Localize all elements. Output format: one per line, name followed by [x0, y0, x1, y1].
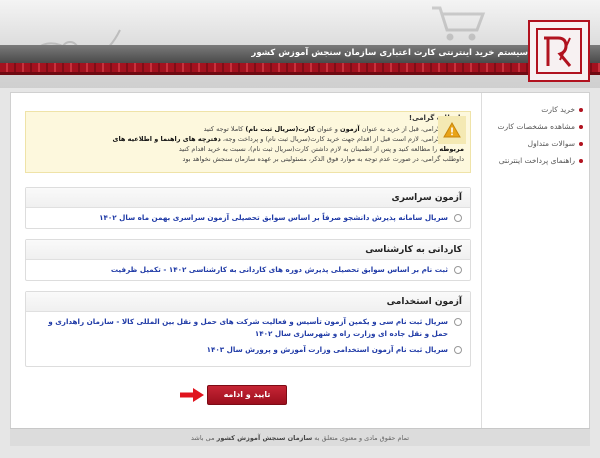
- notice-title: داوطلب گرامی!: [408, 114, 464, 122]
- exam-option[interactable]: سریال ثبت نام آزمون استخدامی وزارت آموزش…: [26, 340, 470, 356]
- bullet-icon: [579, 158, 583, 163]
- exam-group-associate-to-bachelor: کاردانی به کارشناسی ثبت نام بر اساس سواب…: [25, 239, 471, 281]
- group-title: آزمون استخدامی: [26, 292, 470, 312]
- sidebar-item-faq[interactable]: سوالات متداول: [482, 135, 583, 152]
- notice-box: داوطلب گرامی! داوطلب گرامی، قبل از خرید …: [25, 111, 471, 173]
- submit-button[interactable]: تایید و ادامه: [207, 385, 287, 405]
- group-title: کاردانی به کارشناسی: [26, 240, 470, 260]
- bullet-icon: [579, 124, 583, 129]
- notice-line: داوطلب گرامی، لازم است قبل از اقدام جهت …: [66, 134, 465, 144]
- exam-option[interactable]: سریال ثبت نام سی و یکمین آزمون تأسیس و ف…: [26, 312, 470, 340]
- sidebar-item-label: خرید کارت: [541, 105, 575, 114]
- notice-text: و عنوان: [316, 125, 338, 133]
- footer-text: تمام حقوق مادی و معنوی متعلق به: [314, 434, 410, 442]
- notice-line: داوطلب گرامی، قبل از خرید به عنوان آزمون…: [66, 124, 464, 134]
- shopping-cart-icon: [432, 6, 486, 41]
- group-title: آزمون سراسری: [26, 188, 470, 208]
- option-radio[interactable]: [454, 346, 462, 354]
- sidebar-item-view-card[interactable]: مشاهده مشخصات کارت: [482, 118, 583, 135]
- footer-text: می باشد: [190, 434, 215, 442]
- notice-emphasis: دفترچه های راهنما و اطلاعیه های: [112, 135, 221, 143]
- notice-emphasis: مربوطه: [439, 145, 464, 153]
- logo-emblem-icon: [544, 36, 572, 67]
- main-content: داوطلب گرامی! داوطلب گرامی، قبل از خرید …: [11, 93, 483, 445]
- decorative-ribbon: [0, 63, 600, 72]
- notice-emphasis: کارت(سریال ثبت نام): [245, 125, 315, 133]
- exam-option[interactable]: سریال سامانه پذیرش دانشجو صرفاً بر اساس …: [26, 208, 470, 224]
- exam-group-national: آزمون سراسری سریال سامانه پذیرش دانشجو ص…: [25, 187, 471, 229]
- option-label[interactable]: سریال سامانه پذیرش دانشجو صرفاً بر اساس …: [99, 212, 448, 224]
- page-title: سیستم خرید اینترنتی کارت اعتباری سازمان …: [251, 48, 528, 58]
- option-radio[interactable]: [454, 318, 462, 326]
- bullet-icon: [579, 107, 583, 112]
- footer: تمام حقوق مادی و معنوی متعلق به سازمان س…: [10, 428, 590, 446]
- decorative-ribbon-edge: [0, 72, 600, 75]
- bullet-icon: [579, 141, 583, 146]
- exam-option[interactable]: ثبت نام بر اساس سوابق تحصیلی پذیرش دوره …: [26, 260, 470, 276]
- header-banner: سیستم خرید اینترنتی کارت اعتباری سازمان …: [0, 0, 600, 88]
- submit-area: تایید و ادامه: [180, 385, 287, 405]
- notice-text: را مطالعه کنید و پس از اطمینان به لازم د…: [178, 145, 438, 153]
- option-radio[interactable]: [454, 214, 462, 222]
- warning-icon: [438, 116, 466, 144]
- arrow-right-icon: [180, 388, 204, 402]
- page-container: خرید کارت مشاهده مشخصات کارت سوالات متدا…: [10, 92, 590, 446]
- sidebar-item-payment-guide[interactable]: راهنمای پرداخت اینترنتی: [482, 152, 583, 169]
- notice-text: داوطلب گرامی، لازم است قبل از اقدام جهت …: [222, 135, 464, 143]
- sidebar: خرید کارت مشاهده مشخصات کارت سوالات متدا…: [481, 93, 589, 445]
- option-label[interactable]: ثبت نام بر اساس سوابق تحصیلی پذیرش دوره …: [111, 264, 448, 276]
- footer-org-name: سازمان سنجش آموزش کشور: [216, 434, 313, 442]
- notice-text: کاملا توجه کنید: [203, 125, 244, 133]
- sidebar-item-label: راهنمای پرداخت اینترنتی: [498, 156, 575, 165]
- option-label[interactable]: سریال ثبت نام آزمون استخدامی وزارت آموزش…: [207, 344, 448, 356]
- sidebar-item-label: سوالات متداول: [527, 139, 575, 148]
- exam-group-employment: آزمون استخدامی سریال ثبت نام سی و یکمین …: [25, 291, 471, 367]
- option-label[interactable]: سریال ثبت نام سی و یکمین آزمون تأسیس و ف…: [34, 316, 448, 340]
- sidebar-item-buy-card[interactable]: خرید کارت: [482, 101, 583, 118]
- option-radio[interactable]: [454, 266, 462, 274]
- sidebar-item-label: مشاهده مشخصات کارت: [497, 122, 575, 131]
- organization-logo: [528, 20, 590, 82]
- notice-emphasis: آزمون: [340, 125, 360, 133]
- notice-line: مربوطه را مطالعه کنید و پس از اطمینان به…: [66, 144, 464, 154]
- notice-line: داوطلب گرامی، در صورت عدم توجه به موارد …: [182, 155, 464, 163]
